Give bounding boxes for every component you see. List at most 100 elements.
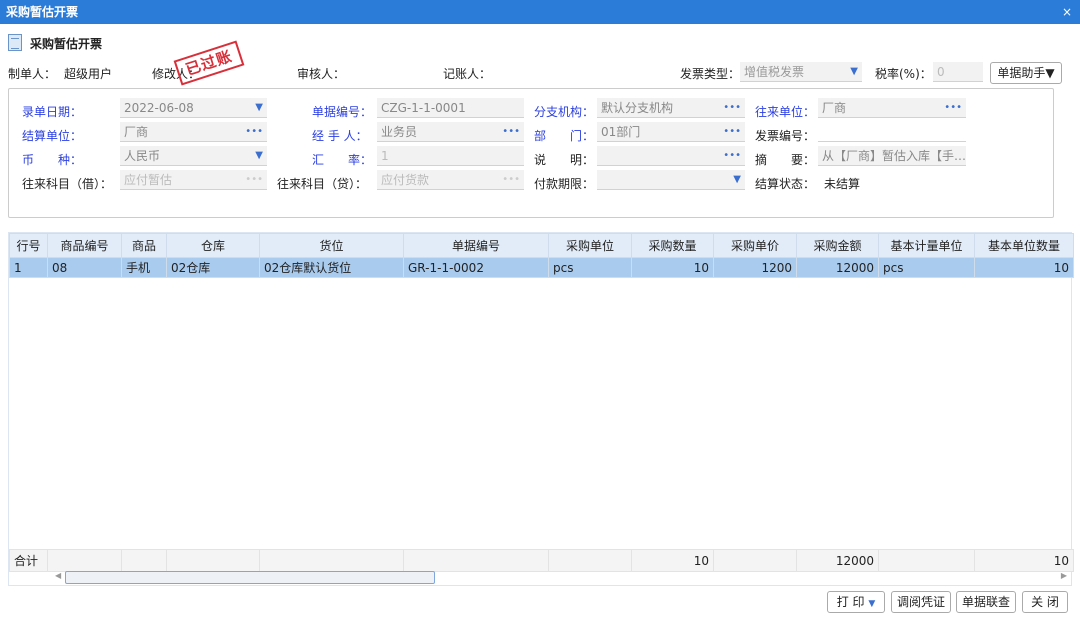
summary-label: 摘 要： — [755, 151, 815, 168]
table-cell[interactable]: pcs — [879, 258, 975, 278]
items-table: 行号商品编号商品仓库货位单据编号采购单位采购数量采购单价采购金额基本计量单位基本… — [9, 233, 1074, 278]
ellipsis-icon: ••• — [502, 170, 520, 190]
summary-input[interactable]: 从【厂商】暂估入库【手… — [818, 146, 966, 166]
settle-unit-label: 结算单位： — [22, 127, 82, 144]
table-cell[interactable]: 02仓库 — [167, 258, 260, 278]
bookkeeper-label: 记账人： — [443, 65, 491, 82]
currency-value: 人民币 — [124, 149, 160, 163]
ellipsis-icon[interactable]: ••• — [944, 98, 962, 118]
column-header[interactable]: 商品 — [122, 234, 167, 258]
close-button[interactable]: 关 闭 — [1022, 591, 1068, 613]
document-link-button[interactable]: 单据联查 — [956, 591, 1016, 613]
table-row[interactable]: 108手机02仓库02仓库默认货位GR-1-1-0002pcs101200120… — [10, 258, 1074, 278]
ellipsis-icon: ••• — [245, 170, 263, 190]
date-picker[interactable]: 2022-06-08▼ — [120, 98, 267, 118]
close-icon[interactable]: × — [1062, 0, 1072, 24]
note-input[interactable]: ••• — [597, 146, 745, 166]
page-title: 采购暂估开票 — [30, 35, 102, 52]
note-label: 说 明： — [534, 151, 594, 168]
rate-input[interactable]: 1 — [377, 146, 524, 166]
pay-term-select[interactable]: ▼ — [597, 170, 745, 190]
column-header[interactable]: 采购单价 — [714, 234, 797, 258]
invoice-no-label: 发票编号： — [755, 127, 815, 144]
window-title: 采购暂估开票 — [0, 0, 1080, 24]
partner-label: 往来单位： — [755, 103, 815, 120]
doc-no-label: 单据编号： — [312, 103, 372, 120]
column-header[interactable]: 仓库 — [167, 234, 260, 258]
column-header[interactable]: 货位 — [260, 234, 404, 258]
maker-value: 超级用户 — [64, 65, 112, 82]
branch-input[interactable]: 默认分支机构 ••• — [597, 98, 745, 118]
dept-input[interactable]: 01部门 ••• — [597, 122, 745, 142]
table-cell[interactable]: 1200 — [714, 258, 797, 278]
auditor-label: 审核人： — [297, 65, 345, 82]
debit-label: 往来科目（借）： — [22, 175, 112, 192]
items-grid: 行号商品编号商品仓库货位单据编号采购单位采购数量采购单价采购金额基本计量单位基本… — [8, 232, 1072, 586]
scrollbar-thumb[interactable] — [65, 571, 435, 584]
table-cell[interactable]: GR-1-1-0002 — [404, 258, 549, 278]
branch-label: 分支机构： — [534, 103, 594, 120]
column-header[interactable]: 商品编号 — [48, 234, 122, 258]
dropdown-arrow-icon: ▼ — [850, 62, 858, 82]
invoice-type-select[interactable]: 增值税发票 ▼ — [740, 62, 862, 82]
invoice-no-input[interactable] — [818, 122, 966, 142]
table-cell[interactable]: 10 — [975, 258, 1074, 278]
debit-input[interactable]: 应付暂估 ••• — [120, 170, 267, 190]
table-cell[interactable]: 10 — [632, 258, 714, 278]
table-cell[interactable]: pcs — [549, 258, 632, 278]
view-voucher-button[interactable]: 调阅凭证 — [891, 591, 951, 613]
dept-label: 部 门： — [534, 127, 594, 144]
date-value: 2022-06-08 — [124, 101, 194, 115]
settle-status-value: 未结算 — [824, 175, 860, 192]
table-cell[interactable]: 02仓库默认货位 — [260, 258, 404, 278]
handler-input[interactable]: 业务员 ••• — [377, 122, 524, 142]
column-header[interactable]: 单据编号 — [404, 234, 549, 258]
dept-value: 01部门 — [601, 125, 640, 139]
ellipsis-icon[interactable]: ••• — [723, 98, 741, 118]
partner-input[interactable]: 厂商 ••• — [818, 98, 966, 118]
column-header[interactable]: 采购金额 — [797, 234, 879, 258]
column-header[interactable]: 采购单位 — [549, 234, 632, 258]
branch-value: 默认分支机构 — [601, 101, 673, 115]
invoice-type-label: 发票类型： — [680, 65, 740, 82]
dropdown-arrow-icon: ▼ — [733, 170, 741, 190]
partner-value: 厂商 — [822, 101, 846, 115]
credit-value: 应付货款 — [381, 173, 429, 187]
currency-label: 币 种： — [22, 151, 82, 168]
rate-label: 汇 率： — [312, 151, 372, 168]
maker-label: 制单人： — [8, 65, 56, 82]
doc-no-input[interactable]: CZG-1-1-0001 — [377, 98, 524, 118]
print-label: 打 印 — [837, 595, 865, 609]
settle-unit-input[interactable]: 厂商 ••• — [120, 122, 267, 142]
settle-unit-value: 厂商 — [124, 125, 148, 139]
credit-input[interactable]: 应付货款 ••• — [377, 170, 524, 190]
ellipsis-icon[interactable]: ••• — [502, 122, 520, 142]
print-button[interactable]: 打 印 ▼ — [827, 591, 885, 613]
currency-select[interactable]: 人民币 ▼ — [120, 146, 267, 166]
table-cell[interactable]: 12000 — [797, 258, 879, 278]
tax-rate-label: 税率(%)： — [875, 65, 932, 82]
dropdown-arrow-icon: ▼ — [255, 146, 263, 166]
table-cell[interactable]: 08 — [48, 258, 122, 278]
ellipsis-icon[interactable]: ••• — [723, 122, 741, 142]
column-header[interactable]: 采购数量 — [632, 234, 714, 258]
scroll-right-icon[interactable]: ▶ — [1061, 571, 1067, 580]
pay-term-label: 付款期限： — [534, 175, 594, 192]
scroll-left-icon[interactable]: ◀ — [55, 571, 61, 580]
document-assistant-button[interactable]: 单据助手▼ — [990, 62, 1062, 84]
tax-rate-input[interactable]: 0 — [933, 62, 983, 82]
invoice-type-value: 增值税发票 — [744, 65, 804, 79]
dropdown-arrow-icon: ▼ — [868, 599, 875, 609]
table-cell[interactable]: 1 — [10, 258, 48, 278]
ellipsis-icon[interactable]: ••• — [723, 146, 741, 166]
column-header[interactable]: 基本单位数量 — [975, 234, 1074, 258]
table-header: 行号商品编号商品仓库货位单据编号采购单位采购数量采购单价采购金额基本计量单位基本… — [10, 234, 1074, 258]
table-cell[interactable]: 手机 — [122, 258, 167, 278]
horizontal-scrollbar[interactable]: ◀ ▶ — [9, 569, 1071, 585]
handler-value: 业务员 — [381, 125, 417, 139]
ellipsis-icon[interactable]: ••• — [245, 122, 263, 142]
column-header[interactable]: 行号 — [10, 234, 48, 258]
column-header[interactable]: 基本计量单位 — [879, 234, 975, 258]
debit-value: 应付暂估 — [124, 173, 172, 187]
posted-stamp: 已过账 — [174, 40, 245, 85]
